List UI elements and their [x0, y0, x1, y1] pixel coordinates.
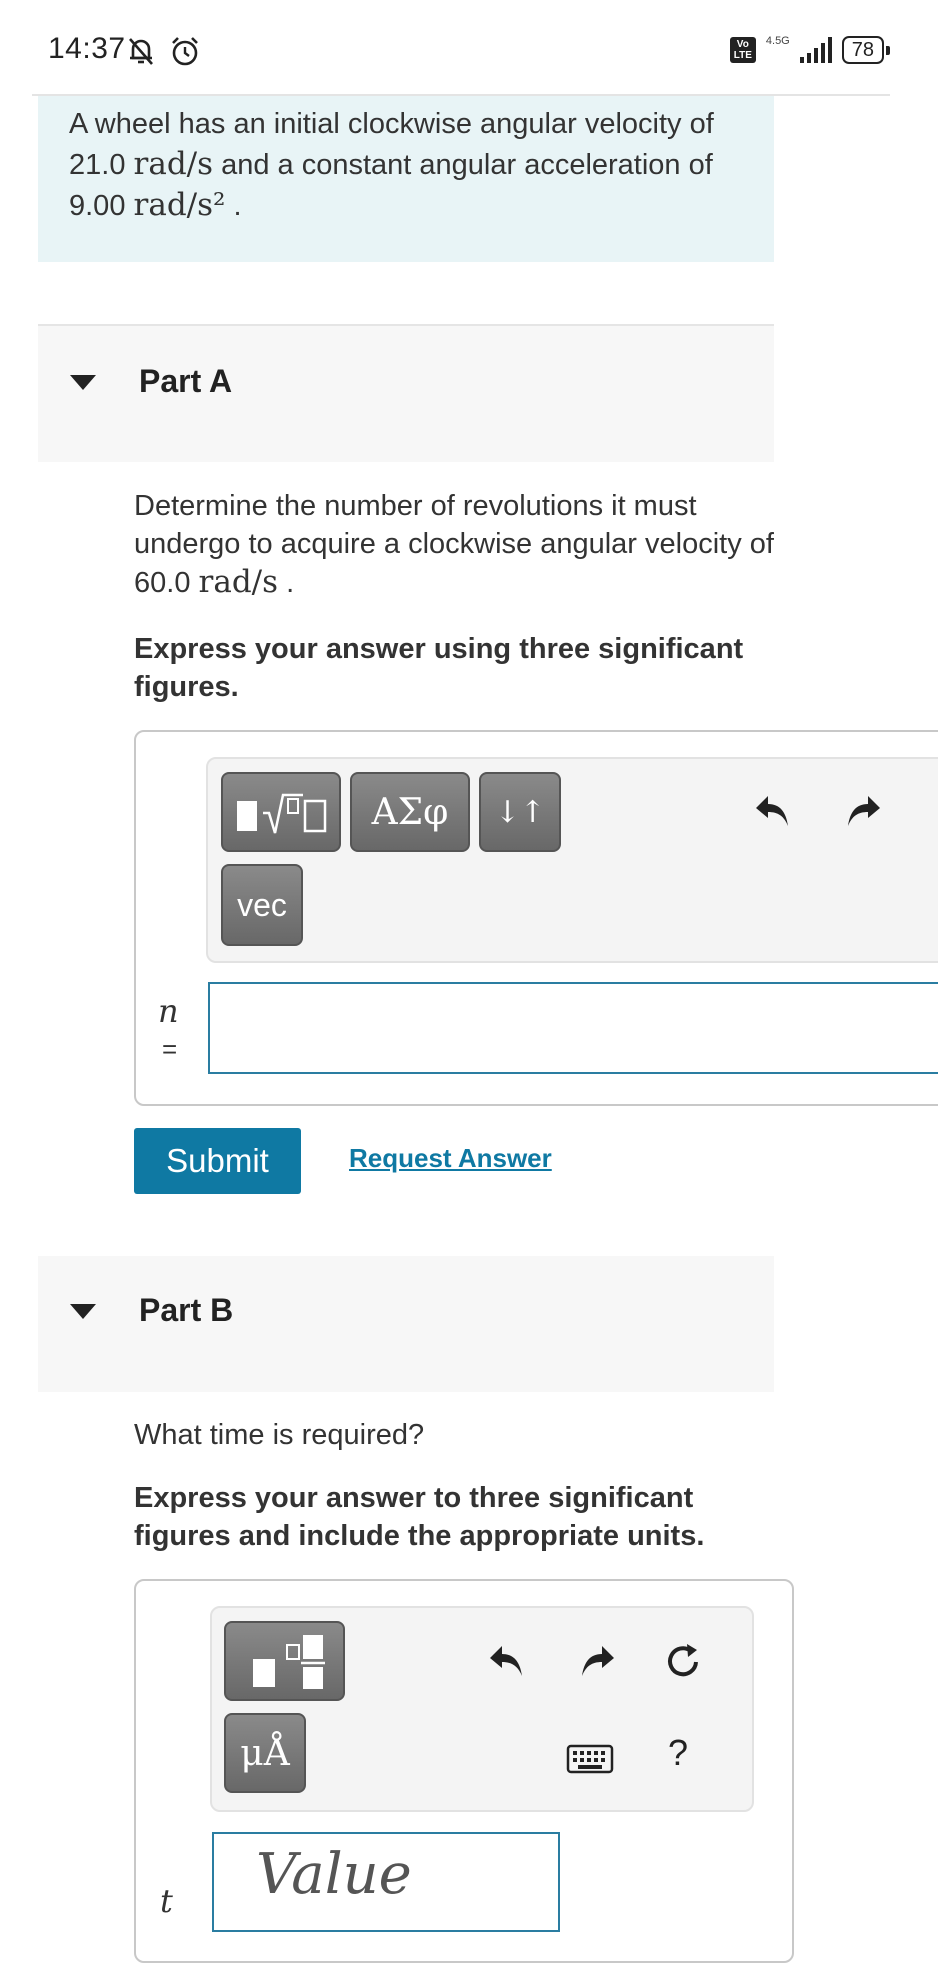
part-a-instruction: Express your answer using three signific… [134, 633, 744, 703]
fraction-template-icon [252, 1635, 325, 1689]
templates-icon [237, 793, 327, 834]
part-a-answer-input[interactable] [208, 982, 938, 1074]
part-b-variable: t [160, 1882, 173, 1920]
value-input[interactable]: Value [212, 1832, 560, 1932]
fraction-template-button[interactable] [224, 1621, 345, 1701]
caret-down-icon[interactable] [70, 375, 96, 390]
intro-text: A wheel has an initial clockwise angular… [69, 108, 714, 223]
part-b-question: What time is required? [134, 1419, 425, 1451]
status-time: 14:37 [48, 32, 126, 65]
redo-icon[interactable] [578, 1640, 618, 1680]
signal-bars-icon [799, 37, 832, 63]
volte-badge: Vo LTE [729, 37, 756, 63]
help-button[interactable]: ? [668, 1732, 688, 1774]
undo-icon[interactable] [752, 790, 792, 830]
part-a-title: Part A [139, 363, 233, 399]
signal-icon: 4.5G [765, 35, 790, 47]
arrows-button[interactable]: ↓↑ [479, 772, 561, 852]
vec-button[interactable]: vec [221, 864, 303, 946]
part-a-equals: = [162, 1034, 178, 1064]
submit-button[interactable]: Submit [134, 1128, 301, 1194]
templates-button[interactable] [221, 772, 341, 852]
units-button[interactable]: μÅ [224, 1713, 306, 1793]
value-placeholder: Value [256, 1842, 412, 1907]
request-answer-link[interactable]: Request Answer [349, 1143, 552, 1174]
bell-muted-icon [124, 34, 158, 68]
alarm-icon [168, 34, 202, 68]
caret-down-icon[interactable] [70, 1304, 96, 1319]
redo-icon[interactable] [844, 790, 884, 830]
keyboard-icon[interactable] [566, 1744, 614, 1774]
part-a-variable: n [158, 992, 179, 1030]
part-b-instruction: Express your answer to three significant… [134, 1482, 705, 1552]
reset-icon[interactable] [663, 1640, 705, 1682]
greek-symbols-button[interactable]: ΑΣφ [350, 772, 470, 852]
part-b-title: Part B [139, 1292, 234, 1328]
part-a-question: Determine the number of revolutions it m… [134, 490, 774, 600]
status-right: Vo LTE 4.5G 78 [729, 35, 891, 64]
battery-indicator: 78 [841, 36, 891, 64]
undo-icon[interactable] [486, 1640, 526, 1680]
